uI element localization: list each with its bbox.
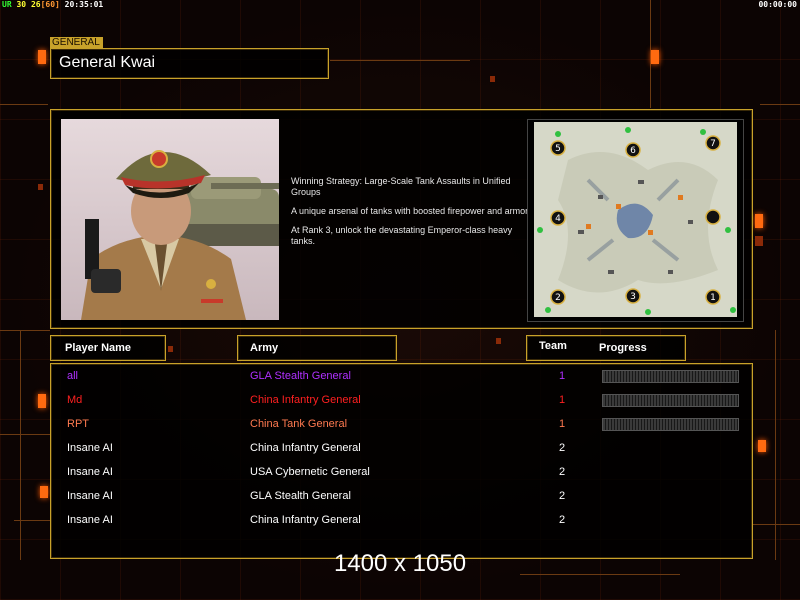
player-name: Md	[67, 394, 83, 406]
player-table: all GLA Stealth General 1 Md China Infantry …	[50, 363, 753, 559]
column-header-army[interactable]: Army	[237, 335, 397, 361]
army-name: USA Cybernetic General	[250, 466, 370, 478]
start-position-label: 4	[555, 214, 561, 224]
deco-line	[330, 60, 470, 61]
fps-readout: UR 30 26[60] 20:35:01	[2, 0, 104, 9]
glow-block	[38, 184, 43, 190]
player-name: Insane AI	[67, 442, 113, 454]
start-position-label: 3	[630, 292, 636, 302]
start-position-label: 1	[710, 293, 716, 303]
load-progress-bar	[602, 418, 739, 431]
player-name: Insane AI	[67, 514, 113, 526]
army-name: GLA Stealth General	[250, 370, 351, 382]
glow-block	[38, 50, 46, 64]
start-position-marker	[705, 209, 721, 225]
load-progress-bar	[602, 370, 739, 383]
player-name: all	[67, 370, 79, 382]
column-header-team-progress[interactable]: Team Progress	[526, 335, 686, 361]
general-name-box: General Kwai	[50, 48, 329, 79]
column-header-label: Player Name	[65, 342, 132, 354]
player-name: Insane AI	[67, 466, 113, 478]
army-name: GLA Stealth General	[250, 490, 351, 502]
team-number: 2	[559, 442, 566, 454]
glow-block	[490, 76, 495, 82]
column-header-label: Progress	[599, 342, 647, 354]
deco-line	[0, 104, 48, 105]
deco-line	[0, 330, 50, 331]
glow-block	[168, 346, 173, 352]
army-name: China Infantry General	[250, 514, 361, 526]
glow-block	[651, 50, 659, 64]
team-number: 1	[559, 394, 566, 406]
game-timer: 00:00:00	[758, 0, 797, 9]
deco-line	[760, 104, 800, 105]
column-header-label: Team	[539, 340, 567, 352]
start-position-label: 6	[630, 146, 636, 156]
player-row: Insane AI China Infantry General 2	[51, 510, 752, 534]
deco-line	[0, 434, 50, 435]
army-name: China Infantry General	[250, 442, 361, 454]
deco-line	[20, 330, 21, 560]
start-position-label: 2	[555, 293, 561, 303]
glow-block	[755, 236, 763, 246]
strategy-line: Winning Strategy: Large-Scale Tank Assau…	[291, 176, 511, 197]
glow-block	[758, 440, 766, 452]
strategy-description: Winning Strategy: Large-Scale Tank Assau…	[291, 176, 531, 255]
general-tag: GENERAL	[50, 37, 103, 48]
general-name: General Kwai	[59, 54, 156, 71]
player-row: Insane AI USA Cybernetic General 2	[51, 462, 752, 486]
minimap: 5 6 7 4 2 3 1	[527, 119, 744, 322]
army-name: China Infantry General	[250, 394, 361, 406]
team-number: 2	[559, 490, 566, 502]
deco-line	[775, 330, 776, 560]
team-number: 1	[559, 370, 566, 382]
player-name: RPT	[67, 418, 89, 430]
general-info-panel: Winning Strategy: Large-Scale Tank Assau…	[50, 109, 753, 329]
resolution-label: 1400 x 1050	[333, 550, 467, 577]
column-header-player[interactable]: Player Name	[50, 335, 166, 361]
load-progress-bar	[602, 394, 739, 407]
player-row: Insane AI China Infantry General 2	[51, 438, 752, 462]
glow-block	[496, 338, 501, 344]
player-row: Md China Infantry General 1	[51, 390, 752, 414]
glow-block	[755, 214, 763, 228]
strategy-line: At Rank 3, unlock the devastating Empero…	[291, 225, 513, 246]
glow-block	[40, 486, 48, 498]
deco-line	[752, 524, 800, 525]
player-name: Insane AI	[67, 490, 113, 502]
team-number: 2	[559, 514, 566, 526]
glow-block	[38, 394, 46, 408]
strategy-line: A unique arsenal of tanks with boosted f…	[291, 206, 531, 216]
start-position-label: 5	[555, 144, 561, 154]
army-name: China Tank General	[250, 418, 348, 430]
player-row: all GLA Stealth General 1	[51, 366, 752, 390]
player-row: RPT China Tank General 1	[51, 414, 752, 438]
player-row: Insane AI GLA Stealth General 2	[51, 486, 752, 510]
team-number: 2	[559, 466, 566, 478]
team-number: 1	[559, 418, 566, 430]
start-position-label: 7	[710, 139, 716, 149]
column-header-label: Army	[250, 342, 279, 354]
general-portrait	[61, 119, 279, 320]
